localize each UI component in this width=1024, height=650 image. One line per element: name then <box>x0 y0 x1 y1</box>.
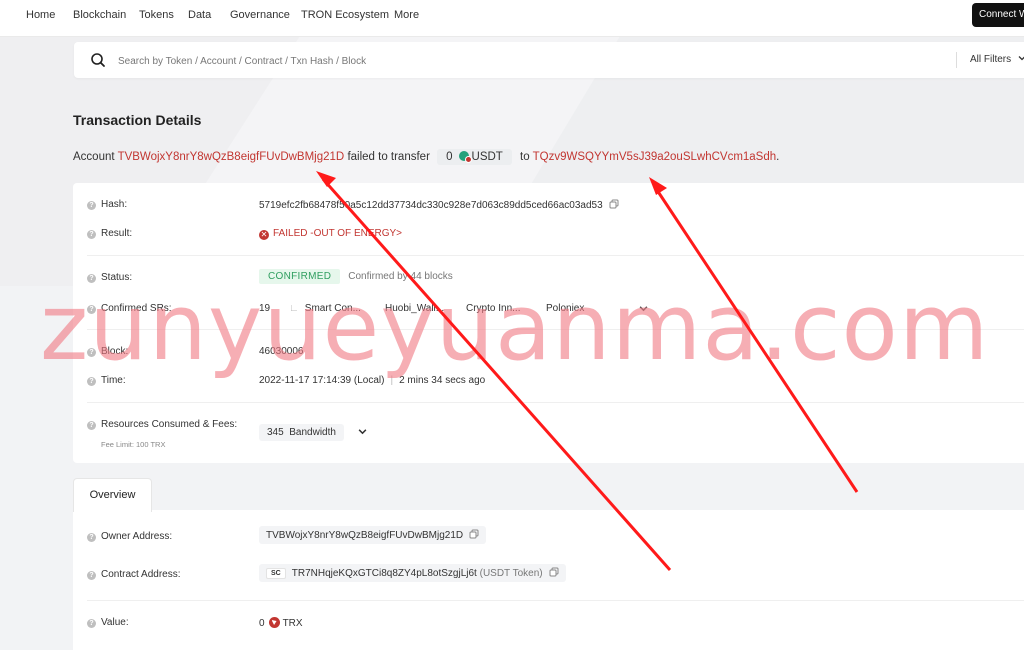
confirmed-srs-label: ? Confirmed SRs: <box>87 303 172 314</box>
transaction-summary: Account TVBWojxY8nrY8wQzB8eigfFUvDwBMjg2… <box>73 149 779 165</box>
divider <box>87 600 1024 601</box>
copy-icon[interactable] <box>609 199 619 209</box>
help-icon[interactable]: ? <box>87 571 96 580</box>
divider <box>87 329 1024 330</box>
sr-item[interactable]: Huobi_Wall... <box>385 303 444 314</box>
hash-label: ? Hash: <box>87 199 127 210</box>
help-icon[interactable]: ? <box>87 377 96 386</box>
help-icon[interactable]: ? <box>87 421 96 430</box>
result-label: ? Result: <box>87 228 132 239</box>
trx-token-icon <box>268 617 280 628</box>
all-filters-dropdown[interactable]: All Filters <box>970 54 1024 65</box>
all-filters-label: All Filters <box>970 54 1012 65</box>
details-card: ? Hash: 5719efc2fb68478f50a5c12dd37734dc3… <box>73 183 1024 463</box>
help-icon[interactable]: ? <box>87 230 96 239</box>
copy-icon[interactable] <box>549 567 559 577</box>
value-value: 0 TRX <box>259 617 303 629</box>
nav-data[interactable]: Data <box>188 9 211 21</box>
help-icon[interactable]: ? <box>87 274 96 283</box>
sr-item[interactable]: Crypto Inn... <box>466 303 520 314</box>
contract-address-link[interactable]: TR7NHqjeKQxGTCi8q8ZY4pL8otSzgjLj6t <box>292 568 477 579</box>
nav-more[interactable]: More <box>394 9 419 21</box>
page-title: Transaction Details <box>73 112 202 128</box>
sr-item[interactable]: ∟ Smart Con... <box>289 303 361 314</box>
status-text: Confirmed by 44 blocks <box>348 271 453 282</box>
owner-value: TVBWojxY8nrY8wQzB8eigfFUvDwBMjg21D <box>259 526 487 544</box>
summary-prefix: Account <box>73 151 115 163</box>
connect-wallet-button[interactable]: Connect Wallet <box>972 3 1024 27</box>
status-value: CONFIRMED Confirmed by 44 blocks <box>259 269 453 284</box>
amount-pill: 0 USDT <box>437 149 512 165</box>
help-icon[interactable]: ? <box>87 201 96 210</box>
overview-card: ? Owner Address: TVBWojxY8nrY8wQzB8eigfFU… <box>73 510 1024 650</box>
chevron-down-icon[interactable] <box>639 304 648 313</box>
result-value[interactable]: ✕ FAILED -OUT OF ENERGY> <box>259 228 402 240</box>
hash-text[interactable]: 5719efc2fb68478f50a5c12dd37734dc330c928e… <box>259 200 603 211</box>
owner-label: ? Owner Address: <box>87 531 172 542</box>
divider <box>87 402 1024 403</box>
sr-item[interactable]: Poloniex <box>546 303 584 314</box>
usdt-token-icon <box>458 151 472 163</box>
search-divider <box>956 52 957 68</box>
nav-tokens[interactable]: Tokens <box>139 9 174 21</box>
copy-icon[interactable] <box>469 529 479 539</box>
fee-limit-label: Fee Limit: 100 TRX <box>101 440 166 449</box>
hash-value: 5719efc2fb68478f50a5c12dd37734dc330c928e… <box>259 199 619 211</box>
to-address-link[interactable]: TQzv9WSQYYmV5sJ39a2ouSLwhCVcm1aSdh <box>533 151 777 163</box>
amount-value: 0 <box>446 151 453 163</box>
summary-suffix: . <box>776 151 780 163</box>
failed-icon: ✕ <box>259 230 269 240</box>
top-nav: Home Blockchain Tokens Data Governance T… <box>0 0 1024 37</box>
resources-label: ? Resources Consumed & Fees: <box>87 419 237 430</box>
smart-contract-tag: SC <box>266 568 286 579</box>
owner-address-link[interactable]: TVBWojxY8nrY8wQzB8eigfFUvDwBMjg21D <box>266 530 463 541</box>
from-address-link[interactable]: TVBWojxY8nrY8wQzB8eigfFUvDwBMjg21D <box>118 151 345 163</box>
help-icon[interactable]: ? <box>87 533 96 542</box>
tab-overview[interactable]: Overview <box>73 478 152 512</box>
search-input[interactable] <box>116 50 940 72</box>
help-icon[interactable]: ? <box>87 305 96 314</box>
help-icon[interactable]: ? <box>87 348 96 357</box>
nav-home[interactable]: Home <box>26 9 55 21</box>
contract-note: (USDT Token) <box>479 568 543 579</box>
help-icon[interactable]: ? <box>87 619 96 628</box>
status-badge: CONFIRMED <box>259 269 341 284</box>
token-symbol[interactable]: USDT <box>472 151 503 163</box>
sr-count: 19 <box>259 303 271 314</box>
nav-governance[interactable]: Governance <box>230 9 290 21</box>
contract-value: SC TR7NHqjeKQxGTCi8q8ZY4pL8otSzgjLj6t (US… <box>259 564 566 582</box>
block-value[interactable]: 46030006 <box>259 346 304 357</box>
chevron-down-icon <box>1018 56 1024 61</box>
summary-middle: failed to transfer <box>347 151 430 163</box>
search-icon[interactable] <box>90 52 106 68</box>
status-label: ? Status: <box>87 272 132 283</box>
time-value: 2022-11-17 17:14:39 (Local) | 2 mins 34 se… <box>259 375 486 386</box>
resources-value[interactable]: 345 Bandwidth <box>259 424 367 441</box>
nav-tron-ecosystem[interactable]: TRON Ecosystem <box>301 9 389 21</box>
block-label: ? Block: <box>87 346 128 357</box>
contract-label: ? Contract Address: <box>87 569 180 580</box>
chevron-down-icon[interactable] <box>358 427 367 436</box>
divider <box>87 255 1024 256</box>
time-label: ? Time: <box>87 375 126 386</box>
summary-to: to <box>520 151 530 163</box>
search-bar: All Filters <box>74 42 1024 78</box>
nav-blockchain[interactable]: Blockchain <box>73 9 126 21</box>
value-label: ? Value: <box>87 617 129 628</box>
